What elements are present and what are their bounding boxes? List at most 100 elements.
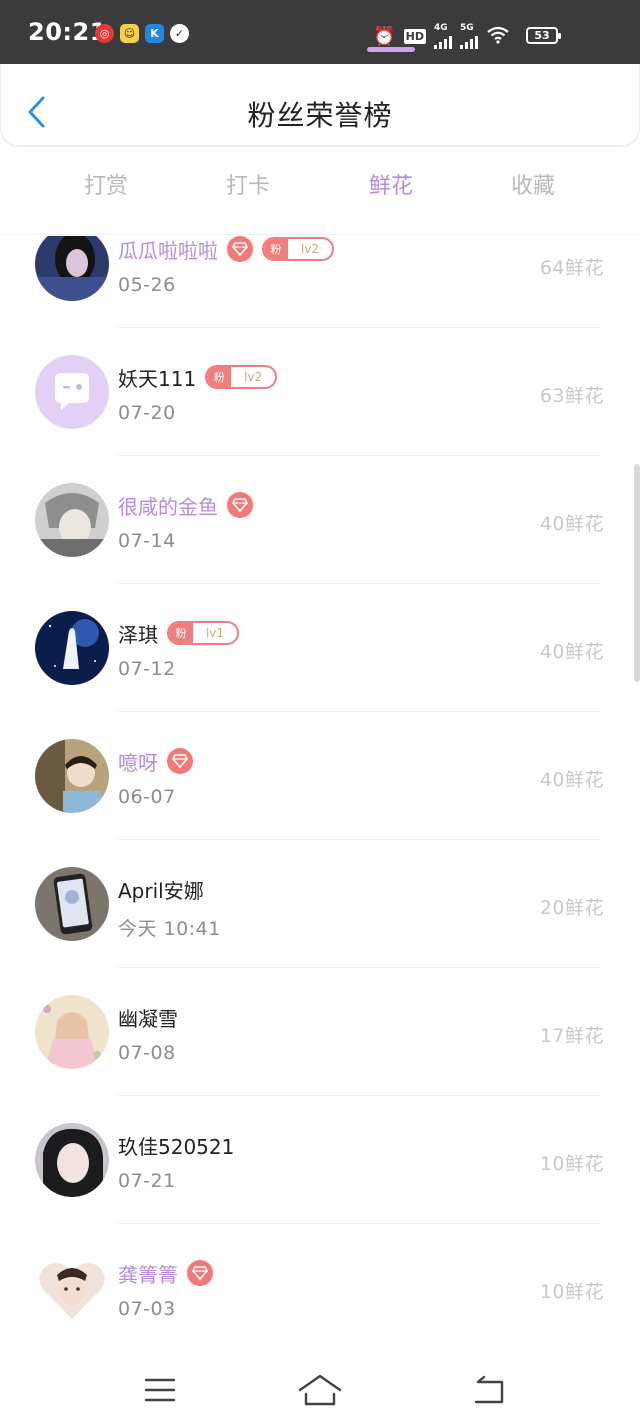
alarm-icon: ⏰ (373, 26, 396, 47)
fan-badge-label: 粉 (264, 239, 288, 259)
home-button[interactable] (296, 1370, 344, 1410)
tab-flowers[interactable]: 鲜花 (346, 168, 436, 200)
netease-music-icon: ◎ (95, 24, 114, 43)
name-line: 龚箐箐 (118, 1259, 213, 1287)
notification-icons: ◎ ☺ K ✓ (95, 24, 189, 43)
date-text: 07-21 (118, 1170, 176, 1192)
flower-count: 17鲜花 (539, 1025, 604, 1047)
tab-reward[interactable]: 打赏 (61, 168, 151, 200)
user-name[interactable]: 龚箐箐 (118, 1259, 178, 1288)
avatar[interactable] (35, 1251, 109, 1325)
fan-level-badge: 粉 lv1 (167, 621, 239, 645)
wifi-icon (486, 26, 510, 48)
diamond-icon (167, 748, 193, 774)
tab-checkin[interactable]: 打卡 (203, 168, 293, 200)
messenger-icon: ✓ (170, 24, 189, 43)
page-header: 粉丝荣誉榜 (0, 64, 640, 146)
user-name[interactable]: 噫呀 (118, 747, 158, 776)
battery-indicator: 53 (526, 27, 561, 44)
name-line: 幽凝雪 (118, 1003, 178, 1031)
name-line: April安娜 (118, 875, 204, 903)
date-text: 06-07 (118, 786, 176, 808)
signal-5g-icon: 5G (460, 24, 478, 49)
fan-badge-label: 粉 (169, 623, 193, 643)
name-line: 噫呀 (118, 747, 193, 775)
system-nav-bar (0, 1356, 640, 1427)
weather-icon: ☺ (120, 24, 139, 43)
scrollbar[interactable] (634, 464, 640, 682)
name-line: 妖天111 粉 lv2 (118, 363, 278, 392)
date-text: 07-03 (118, 1298, 176, 1320)
return-button[interactable] (464, 1370, 512, 1410)
status-bar: 20:21 ◎ ☺ K ✓ ⏰ HD 4G 5G 53 (0, 0, 640, 64)
menu-icon (144, 1378, 176, 1402)
home-icon (298, 1374, 342, 1406)
date-text: 07-20 (118, 402, 176, 424)
fan-badge-level: lv2 (244, 370, 263, 384)
avatar[interactable] (35, 1123, 109, 1197)
flower-count: 40鲜花 (539, 769, 604, 791)
fan-level-badge: 粉 lv2 (262, 237, 334, 261)
flower-count: 10鲜花 (539, 1153, 604, 1175)
avatar[interactable] (35, 483, 109, 557)
flower-count: 40鲜花 (539, 641, 604, 663)
avatar[interactable] (35, 611, 109, 685)
date-text: 07-08 (118, 1042, 176, 1064)
flower-count: 10鲜花 (539, 1281, 604, 1303)
avatar[interactable] (35, 739, 109, 813)
user-name[interactable]: 瓜瓜啦啦啦 (118, 236, 218, 264)
fan-list[interactable]: 瓜瓜啦啦啦 粉 lv2 05-26 64鲜花 妖天111 粉 lv2 07-20… (0, 236, 640, 1356)
kugou-icon: K (145, 24, 164, 43)
fan-badge-level: lv2 (300, 242, 320, 256)
diamond-icon (187, 1260, 213, 1286)
system-icons: ⏰ HD 4G 5G (373, 24, 510, 49)
list-item[interactable]: 妖天111 粉 lv2 07-20 63鲜花 (0, 328, 640, 456)
menu-button[interactable] (136, 1370, 184, 1410)
tab-favorites[interactable]: 收藏 (488, 168, 578, 200)
diamond-icon (227, 492, 253, 518)
user-name[interactable]: 泽琪 (118, 619, 158, 648)
page-title: 粉丝荣誉榜 (247, 99, 393, 132)
list-item[interactable]: 噫呀 06-07 40鲜花 (0, 712, 640, 840)
flower-count: 20鲜花 (539, 897, 604, 919)
avatar[interactable] (35, 995, 109, 1069)
user-name[interactable]: April安娜 (118, 875, 204, 904)
fan-level-badge: 粉 lv2 (205, 365, 278, 389)
active-tab-indicator (367, 47, 415, 52)
date-text: 07-12 (118, 658, 176, 680)
name-line: 瓜瓜啦啦啦 粉 lv2 (118, 236, 334, 263)
hd-icon: HD (403, 29, 426, 44)
list-item[interactable]: 很咸的金鱼 07-14 40鲜花 (0, 456, 640, 584)
date-text: 今天 10:41 (118, 918, 221, 940)
name-line: 很咸的金鱼 (118, 491, 253, 519)
signal-4g-icon: 4G (434, 24, 452, 49)
avatar[interactable] (35, 355, 109, 429)
avatar[interactable] (35, 867, 109, 941)
fan-badge-label: 粉 (207, 367, 232, 387)
network-5g-label: 5G (460, 23, 474, 33)
tab-bar: 打赏 打卡 鲜花 收藏 (0, 160, 640, 216)
fan-badge-level: lv1 (205, 626, 225, 640)
user-name[interactable]: 幽凝雪 (118, 1003, 178, 1032)
flower-count: 64鲜花 (539, 257, 604, 279)
list-item[interactable]: 幽凝雪 07-08 17鲜花 (0, 968, 640, 1096)
tabs-divider (0, 234, 640, 235)
list-item[interactable]: 龚箐箐 07-03 10鲜花 (0, 1224, 640, 1352)
name-line: 泽琪 粉 lv1 (118, 619, 239, 647)
user-name[interactable]: 妖天111 (118, 363, 196, 392)
date-text: 05-26 (118, 274, 176, 296)
list-item[interactable]: 玖佳520521 07-21 10鲜花 (0, 1096, 640, 1224)
name-line: 玖佳520521 (118, 1131, 234, 1159)
user-name[interactable]: 很咸的金鱼 (118, 491, 218, 520)
date-text: 07-14 (118, 530, 176, 552)
flower-count: 40鲜花 (539, 513, 604, 535)
avatar[interactable] (35, 236, 109, 301)
list-item[interactable]: April安娜 今天 10:41 20鲜花 (0, 840, 640, 968)
return-icon (474, 1375, 504, 1404)
list-item[interactable]: 瓜瓜啦啦啦 粉 lv2 05-26 64鲜花 (0, 236, 640, 328)
list-item[interactable]: 泽琪 粉 lv1 07-12 40鲜花 (0, 584, 640, 712)
flower-count: 63鲜花 (539, 385, 604, 407)
diamond-icon (227, 236, 253, 262)
network-4g-label: 4G (434, 23, 448, 33)
user-name[interactable]: 玖佳520521 (118, 1131, 234, 1160)
